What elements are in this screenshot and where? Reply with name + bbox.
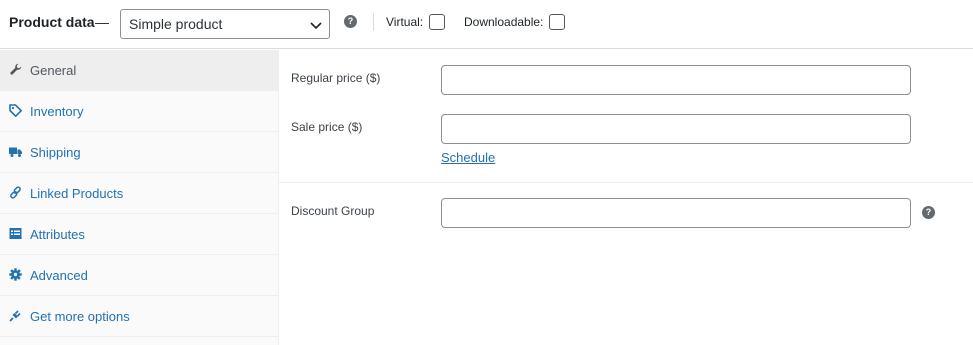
product-data-header: Product data — Simple product ? Virtual:… bbox=[0, 0, 973, 49]
schedule-link[interactable]: Schedule bbox=[441, 150, 495, 165]
tab-label: Advanced bbox=[30, 268, 88, 283]
discount-group-input[interactable] bbox=[441, 198, 911, 228]
tab-shipping[interactable]: Shipping bbox=[0, 132, 278, 173]
tab-label: Shipping bbox=[30, 145, 81, 160]
downloadable-checkbox[interactable] bbox=[549, 14, 565, 30]
regular-price-label: Regular price ($) bbox=[291, 71, 381, 85]
general-panel: Regular price ($) Sale price ($) Schedul… bbox=[279, 50, 973, 345]
header-divider bbox=[373, 13, 374, 31]
wrench-icon bbox=[10, 63, 22, 75]
tab-label: Inventory bbox=[30, 104, 84, 119]
virtual-checkbox[interactable] bbox=[429, 14, 445, 30]
discount-group-help-icon[interactable]: ? bbox=[922, 206, 935, 219]
tab-general[interactable]: General bbox=[0, 50, 278, 91]
gear-icon bbox=[9, 268, 22, 281]
tab-label: Linked Products bbox=[30, 186, 124, 201]
regular-price-input[interactable] bbox=[441, 65, 911, 95]
product-data-title: Product data bbox=[9, 14, 95, 30]
tab-linked-products[interactable]: Linked Products bbox=[0, 173, 278, 214]
tab-advanced[interactable]: Advanced bbox=[0, 255, 278, 296]
chevron-down-icon bbox=[310, 22, 322, 30]
sale-price-input[interactable] bbox=[441, 114, 911, 144]
product-data-tabs: General Inventory Shipping Linked Produc… bbox=[0, 50, 279, 345]
plugin-icon bbox=[9, 310, 21, 322]
product-type-help-icon[interactable]: ? bbox=[344, 15, 357, 28]
tab-label: Attributes bbox=[30, 227, 85, 242]
tab-label: General bbox=[30, 63, 77, 78]
product-type-value: Simple product bbox=[129, 16, 223, 32]
tag-icon bbox=[9, 104, 22, 117]
downloadable-label: Downloadable: bbox=[464, 15, 544, 29]
title-dash: — bbox=[95, 14, 109, 30]
list-view-icon bbox=[9, 228, 22, 239]
tab-attributes[interactable]: Attributes bbox=[0, 214, 278, 255]
truck-icon bbox=[9, 147, 22, 157]
section-divider bbox=[279, 182, 973, 183]
sale-price-label: Sale price ($) bbox=[291, 120, 363, 134]
link-icon bbox=[10, 186, 21, 199]
virtual-label: Virtual: bbox=[386, 15, 424, 29]
tab-get-more-options[interactable]: Get more options bbox=[0, 296, 278, 337]
discount-group-label: Discount Group bbox=[291, 204, 375, 218]
tab-inventory[interactable]: Inventory bbox=[0, 91, 278, 132]
tab-label: Get more options bbox=[30, 309, 130, 324]
product-type-select[interactable]: Simple product bbox=[120, 9, 330, 39]
